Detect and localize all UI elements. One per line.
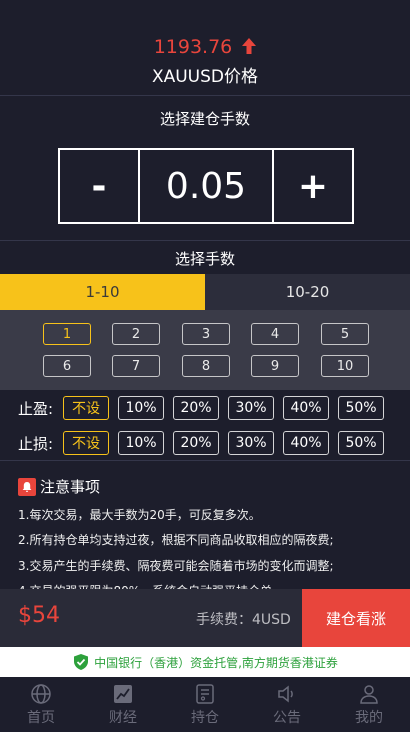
hand-option-4[interactable]: 4 (251, 323, 299, 345)
stop-loss-option-40[interactable]: 40% (283, 431, 329, 455)
nav-item-finance[interactable]: 财经 (82, 677, 164, 732)
hand-option-10[interactable]: 10 (321, 355, 369, 377)
lot-stepper: - 0.05 + (58, 148, 354, 224)
stop-loss-option-10[interactable]: 10% (118, 431, 164, 455)
price-header: 1193.76 XAUUSD价格 (0, 0, 410, 96)
hand-option-2[interactable]: 2 (112, 323, 160, 345)
price-value: 1193.76 (153, 36, 233, 58)
lot-value: 0.05 (138, 150, 274, 222)
nav-item-profile[interactable]: 我的 (328, 677, 410, 732)
hand-option-9[interactable]: 9 (251, 355, 299, 377)
bank-banner: 中国银行（香港）资金托管,南方期货香港证券 (0, 647, 410, 677)
hand-option-6[interactable]: 6 (43, 355, 91, 377)
notice-header: 注意事项 (18, 476, 100, 497)
bottom-nav: 首页 财经 持仓 公告 我的 (0, 677, 410, 732)
take-profit-option-40[interactable]: 40% (283, 396, 329, 420)
nav-item-announcements[interactable]: 公告 (246, 677, 328, 732)
hand-tabs: 1-10 10-20 (0, 274, 410, 310)
open-long-button[interactable]: 建仓看涨 (302, 589, 410, 647)
notice-item: 3.交易产生的手续费、隔夜费可能会随着市场的变化而调整; (18, 559, 334, 573)
globe-icon (31, 683, 51, 704)
stop-loss-row: 止损: 不设 10% 20% 30% 40% 50% (0, 426, 410, 460)
take-profit-option-50[interactable]: 50% (338, 396, 384, 420)
hand-option-7[interactable]: 7 (112, 355, 160, 377)
hand-option-5[interactable]: 5 (321, 323, 369, 345)
document-icon (196, 683, 214, 704)
hand-option-3[interactable]: 3 (182, 323, 230, 345)
nav-label: 持仓 (191, 709, 219, 726)
stop-loss-option-50[interactable]: 50% (338, 431, 384, 455)
speaker-icon (278, 684, 293, 703)
take-profit-row: 止盈: 不设 10% 20% 30% 40% 50% (0, 391, 410, 425)
stop-loss-option-none[interactable]: 不设 (63, 431, 109, 455)
order-amount: $54 (18, 603, 60, 628)
chart-icon (114, 684, 132, 703)
take-profit-option-20[interactable]: 20% (173, 396, 219, 420)
plus-button[interactable]: + (274, 150, 352, 222)
nav-item-home[interactable]: 首页 (0, 677, 82, 732)
notice-item: 2.所有持仓单均支持过夜，根据不同商品收取相应的隔夜费; (18, 533, 334, 547)
nav-item-positions[interactable]: 持仓 (164, 677, 246, 732)
stop-loss-option-20[interactable]: 20% (173, 431, 219, 455)
price-row: 1193.76 (0, 36, 410, 59)
notice-item: 1.每次交易，最大手数为20手，可反复多次。 (18, 508, 261, 522)
hand-title: 选择手数 (174, 250, 235, 268)
shield-check-icon (72, 653, 90, 671)
lot-title: 选择建仓手数 (159, 110, 250, 128)
bank-text: 中国银行（香港）资金托管,南方期货香港证券 (94, 655, 338, 670)
minus-button[interactable]: - (60, 150, 138, 222)
nav-label: 我的 (355, 709, 383, 726)
divider (0, 460, 410, 461)
user-icon (360, 684, 378, 704)
bell-icon (18, 477, 36, 496)
nav-label: 公告 (273, 709, 301, 726)
divider (0, 240, 410, 241)
fee-label: 手续费：4USD (196, 612, 291, 628)
notice-title: 注意事项 (40, 478, 101, 496)
hand-option-8[interactable]: 8 (182, 355, 230, 377)
symbol-label: XAUUSD价格 (151, 67, 259, 87)
nav-label: 财经 (109, 709, 137, 726)
tab-10-20[interactable]: 10-20 (205, 274, 410, 310)
nav-label: 首页 (27, 709, 55, 726)
stop-loss-option-30[interactable]: 30% (228, 431, 274, 455)
take-profit-option-none[interactable]: 不设 (63, 396, 109, 420)
order-bar: $54 手续费：4USD 建仓看涨 (0, 589, 410, 647)
tab-1-10[interactable]: 1-10 (0, 274, 205, 310)
arrow-up-icon (242, 37, 257, 59)
take-profit-option-30[interactable]: 30% (228, 396, 274, 420)
hand-option-1[interactable]: 1 (43, 323, 91, 345)
stop-loss-label: 止损: (18, 434, 54, 453)
hand-number-grid: 1 2 3 4 5 6 7 8 9 10 (0, 310, 410, 390)
take-profit-option-10[interactable]: 10% (118, 396, 164, 420)
take-profit-label: 止盈: (18, 399, 54, 418)
